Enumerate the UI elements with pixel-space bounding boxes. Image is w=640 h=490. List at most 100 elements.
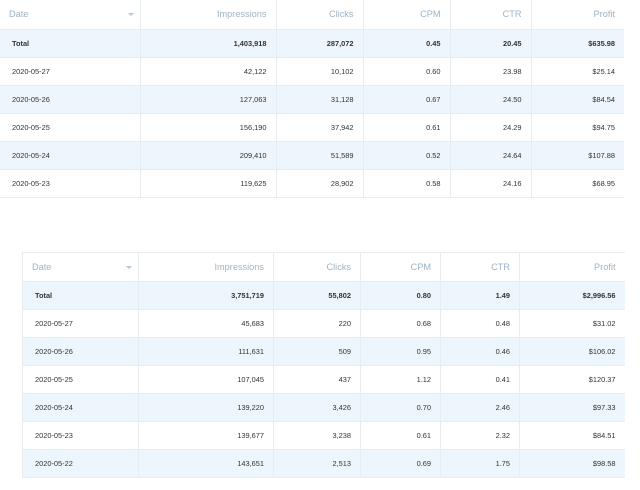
date-cell: 2020-05-24 bbox=[22, 393, 139, 422]
cpm-cell: 0.70 bbox=[360, 393, 441, 422]
ctr-cell: 24.64 bbox=[450, 141, 532, 170]
total-row: Total 3,751,719 55,802 0.80 1.49 $2,996.56 bbox=[22, 281, 625, 310]
date-cell: 2020-05-25 bbox=[0, 113, 141, 142]
profit-column-header[interactable]: Profit bbox=[531, 0, 624, 30]
ctr-cell: 24.16 bbox=[450, 169, 532, 198]
impressions-cell: 156,190 bbox=[140, 113, 277, 142]
stats-table-1: Date Impressions Clicks CPM CTR Profit T… bbox=[0, 0, 624, 198]
impressions-cell: 3,751,719 bbox=[138, 281, 274, 310]
profit-cell: $107.88 bbox=[531, 141, 624, 170]
cpm-cell: 0.58 bbox=[363, 169, 451, 198]
table-body: Total 1,403,918 287,072 0.45 20.45 $635.98 202… bbox=[0, 29, 624, 198]
date-cell: 2020-05-26 bbox=[22, 337, 139, 366]
impressions-column-header[interactable]: Impressions bbox=[140, 0, 277, 30]
ctr-cell: 23.98 bbox=[450, 57, 532, 86]
impressions-cell: 209,410 bbox=[140, 141, 277, 170]
table-row: 2020-05-26 127,063 31,128 0.67 24.50 $84.54 bbox=[0, 85, 624, 114]
ctr-cell: 0.48 bbox=[440, 309, 520, 338]
ctr-cell: 24.29 bbox=[450, 113, 532, 142]
profit-cell: $94.75 bbox=[531, 113, 624, 142]
clicks-cell: 31,128 bbox=[276, 85, 364, 114]
cpm-cell: 0.61 bbox=[360, 421, 441, 450]
profit-cell: $120.37 bbox=[519, 365, 625, 394]
ctr-cell: 0.46 bbox=[440, 337, 520, 366]
ctr-cell: 1.75 bbox=[440, 449, 520, 478]
clicks-column-header[interactable]: Clicks bbox=[273, 252, 361, 282]
profit-cell: $635.98 bbox=[531, 29, 624, 58]
profit-cell: $84.54 bbox=[531, 85, 624, 114]
table-row: 2020-05-26 111,631 509 0.95 0.46 $106.02 bbox=[22, 337, 625, 366]
table-row: 2020-05-23 119,625 28,902 0.58 24.16 $68.95 bbox=[0, 169, 624, 198]
profit-cell: $31.02 bbox=[519, 309, 625, 338]
date-cell: Total bbox=[0, 29, 141, 58]
ctr-cell: 2.32 bbox=[440, 421, 520, 450]
date-cell: 2020-05-24 bbox=[0, 141, 141, 170]
table-row: 2020-05-27 42,122 10,102 0.60 23.98 $25.14 bbox=[0, 57, 624, 86]
clicks-cell: 3,238 bbox=[273, 421, 361, 450]
profit-cell: $97.33 bbox=[519, 393, 625, 422]
clicks-cell: 28,902 bbox=[276, 169, 364, 198]
cpm-cell: 0.69 bbox=[360, 449, 441, 478]
cpm-column-header[interactable]: CPM bbox=[363, 0, 451, 30]
date-cell: 2020-05-22 bbox=[22, 449, 139, 478]
cpm-column-header[interactable]: CPM bbox=[360, 252, 441, 282]
table-row: 2020-05-22 143,651 2,513 0.69 1.75 $98.58 bbox=[22, 449, 625, 478]
date-cell: 2020-05-23 bbox=[0, 169, 141, 198]
sort-caret-icon[interactable] bbox=[127, 13, 134, 17]
date-cell: 2020-05-27 bbox=[22, 309, 139, 338]
date-cell: 2020-05-26 bbox=[0, 85, 141, 114]
sort-caret-icon[interactable] bbox=[126, 266, 132, 269]
clicks-column-header[interactable]: Clicks bbox=[276, 0, 364, 30]
impressions-cell: 111,631 bbox=[138, 337, 274, 366]
table-row: 2020-05-23 139,677 3,238 0.61 2.32 $84.51 bbox=[22, 421, 625, 450]
clicks-cell: 51,589 bbox=[276, 141, 364, 170]
impressions-column-header[interactable]: Impressions bbox=[138, 252, 274, 282]
profit-cell: $68.95 bbox=[531, 169, 624, 198]
date-column-header[interactable]: Date bbox=[0, 0, 141, 30]
clicks-cell: 3,426 bbox=[273, 393, 361, 422]
table-row: 2020-05-24 209,410 51,589 0.52 24.64 $107.88 bbox=[0, 141, 624, 170]
date-column-header[interactable]: Date bbox=[22, 252, 139, 282]
total-row: Total 1,403,918 287,072 0.45 20.45 $635.98 bbox=[0, 29, 624, 58]
ctr-cell: 2.46 bbox=[440, 393, 520, 422]
impressions-cell: 45,683 bbox=[138, 309, 274, 338]
impressions-cell: 139,677 bbox=[138, 421, 274, 450]
impressions-cell: 107,045 bbox=[138, 365, 274, 394]
clicks-cell: 55,802 bbox=[273, 281, 361, 310]
table-row: 2020-05-25 156,190 37,942 0.61 24.29 $94.75 bbox=[0, 113, 624, 142]
ctr-column-header[interactable]: CTR bbox=[450, 0, 532, 30]
clicks-cell: 437 bbox=[273, 365, 361, 394]
cpm-cell: 0.45 bbox=[363, 29, 451, 58]
clicks-cell: 37,942 bbox=[276, 113, 364, 142]
cpm-cell: 1.12 bbox=[360, 365, 441, 394]
impressions-cell: 127,063 bbox=[140, 85, 277, 114]
date-cell: Total bbox=[22, 281, 139, 310]
cpm-cell: 0.52 bbox=[363, 141, 451, 170]
ctr-column-header[interactable]: CTR bbox=[440, 252, 520, 282]
profit-cell: $84.51 bbox=[519, 421, 625, 450]
impressions-cell: 1,403,918 bbox=[140, 29, 277, 58]
clicks-cell: 220 bbox=[273, 309, 361, 338]
profit-cell: $2,996.56 bbox=[519, 281, 625, 310]
date-cell: 2020-05-23 bbox=[22, 421, 139, 450]
table-header-row: Date Impressions Clicks CPM CTR Profit bbox=[22, 252, 625, 282]
impressions-cell: 143,651 bbox=[138, 449, 274, 478]
impressions-cell: 139,220 bbox=[138, 393, 274, 422]
cpm-cell: 0.95 bbox=[360, 337, 441, 366]
impressions-cell: 119,625 bbox=[140, 169, 277, 198]
cpm-cell: 0.80 bbox=[360, 281, 441, 310]
profit-column-header[interactable]: Profit bbox=[519, 252, 625, 282]
ctr-cell: 24.50 bbox=[450, 85, 532, 114]
ctr-cell: 0.41 bbox=[440, 365, 520, 394]
impressions-cell: 42,122 bbox=[140, 57, 277, 86]
stats-table-2: Date Impressions Clicks CPM CTR Profit T… bbox=[22, 252, 625, 478]
cpm-cell: 0.68 bbox=[360, 309, 441, 338]
date-cell: 2020-05-27 bbox=[0, 57, 141, 86]
clicks-cell: 509 bbox=[273, 337, 361, 366]
table-row: 2020-05-27 45,683 220 0.68 0.48 $31.02 bbox=[22, 309, 625, 338]
table-header-row: Date Impressions Clicks CPM CTR Profit bbox=[0, 0, 624, 30]
clicks-cell: 287,072 bbox=[276, 29, 364, 58]
cpm-cell: 0.67 bbox=[363, 85, 451, 114]
profit-cell: $106.02 bbox=[519, 337, 625, 366]
clicks-cell: 10,102 bbox=[276, 57, 364, 86]
